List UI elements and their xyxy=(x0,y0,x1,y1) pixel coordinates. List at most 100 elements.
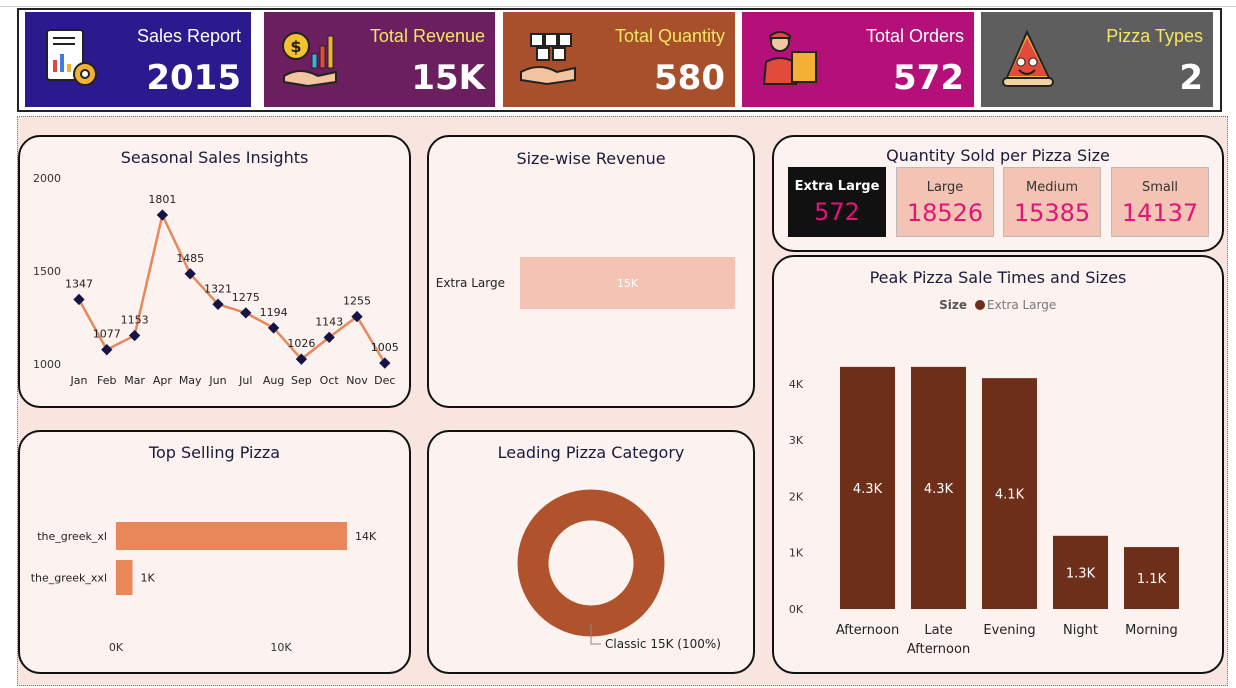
quantity-size-card: Quantity Sold per Pizza Size Extra Large… xyxy=(772,135,1224,252)
qty-value: 15385 xyxy=(1013,199,1091,227)
data-point xyxy=(128,329,141,342)
data-label: 4.3K xyxy=(853,482,883,497)
data-point xyxy=(101,344,113,356)
qty-value: 572 xyxy=(814,198,860,226)
data-label: 1K xyxy=(141,572,156,585)
x-tick-label: 10K xyxy=(270,641,292,654)
kpi-value: 15K xyxy=(411,58,485,98)
legend-label: Extra Large xyxy=(987,298,1056,312)
kpi-title: Sales Report xyxy=(136,26,241,46)
category-label: the_greek_xl xyxy=(37,530,107,543)
kpi-card-sales-report: Sales Report 2015 xyxy=(25,12,251,107)
x-tick-label: Aug xyxy=(263,374,284,387)
y-tick-label: 3K xyxy=(789,434,804,447)
x-tick-label: Afternoon xyxy=(836,623,899,638)
x-tick-label: May xyxy=(179,374,202,387)
data-label: 1275 xyxy=(232,291,260,304)
data-label: 1026 xyxy=(287,337,315,350)
top-strip xyxy=(0,0,1236,7)
x-tick-label: Sep xyxy=(291,374,312,387)
qty-value: 14137 xyxy=(1121,199,1199,227)
qty-label: Medium xyxy=(1026,180,1078,195)
data-label: 1485 xyxy=(176,252,204,265)
y-tick-label: 1K xyxy=(789,547,804,560)
data-label: 1255 xyxy=(343,295,371,308)
legend-title: Size xyxy=(939,298,967,312)
kpi-value: 580 xyxy=(654,58,725,98)
quantity-icon xyxy=(517,26,583,92)
y-tick-label: 1500 xyxy=(33,265,61,278)
data-label: 14K xyxy=(355,530,377,543)
y-tick-label: 2K xyxy=(789,490,804,503)
y-tick-label: 0K xyxy=(789,603,804,616)
donut-slice xyxy=(517,489,665,637)
x-tick-label: Night xyxy=(1063,623,1098,638)
qty-box-extra-large: Extra Large 572 xyxy=(788,167,886,237)
kpi-value: 572 xyxy=(893,58,964,98)
x-tick-label: Feb xyxy=(97,374,116,387)
x-tick-label: Jan xyxy=(70,374,88,387)
qty-label: Extra Large xyxy=(794,179,880,194)
qty-value: 18526 xyxy=(906,199,984,227)
x-tick-label: Jul xyxy=(238,374,252,387)
size-revenue-card: Size-wise Revenue 15K Extra Large xyxy=(427,135,755,408)
data-label: Classic 15K (100%) xyxy=(605,637,721,651)
delivery-icon xyxy=(756,26,822,92)
data-label: 1.3K xyxy=(1066,566,1096,581)
leading-category-chart: Classic 15K (100%) xyxy=(517,489,721,651)
x-tick-label: Evening xyxy=(983,623,1035,638)
data-label: 1194 xyxy=(260,306,288,319)
x-tick-label: Oct xyxy=(320,374,340,387)
x-tick-label: Morning xyxy=(1125,623,1178,638)
peak-times-chart: Size Extra Large 0K 1K 2K 3K 4K 4.3K Afternoon 4.… xyxy=(789,298,1179,657)
data-label: 1801 xyxy=(148,193,176,206)
qty-box-medium: Medium 15385 xyxy=(1003,167,1101,237)
qty-label: Small xyxy=(1141,180,1179,195)
svg-text:$: $ xyxy=(290,37,301,56)
data-label: 1005 xyxy=(371,341,399,354)
top-pizza-card: Top Selling Pizza 14K the_greek_xl 1K the_g… xyxy=(18,430,411,674)
x-tick-label: 0K xyxy=(109,641,124,654)
data-point xyxy=(73,293,85,306)
data-label: 15K xyxy=(617,277,639,290)
peak-times-card: Peak Pizza Sale Times and Sizes Size Extr… xyxy=(772,255,1224,674)
category-label: Extra Large xyxy=(436,276,505,290)
kpi-title: Pizza Types xyxy=(1106,26,1203,46)
data-label: 1143 xyxy=(315,315,343,328)
top-pizza-chart: 14K the_greek_xl 1K the_greek_xxl 0K 10K xyxy=(31,522,377,654)
kpi-title: Total Quantity xyxy=(614,26,725,46)
x-tick-label: Afternoon xyxy=(907,642,970,657)
kpi-value: 2015 xyxy=(146,58,241,98)
qty-box-small: Small 14137 xyxy=(1111,167,1209,237)
kpi-card-total-quantity: Total Quantity 580 xyxy=(503,12,735,107)
x-tick-label: Nov xyxy=(346,374,368,387)
seasonal-sales-card: Seasonal Sales Insights 1000 1500 2000 1347… xyxy=(18,135,411,408)
pizza-icon xyxy=(995,26,1061,92)
legend-marker xyxy=(975,300,985,310)
kpi-card-total-revenue: $ Total Revenue 15K xyxy=(264,12,495,107)
bar xyxy=(116,560,133,595)
size-revenue-chart: 15K Extra Large xyxy=(436,257,735,309)
data-label: 4.3K xyxy=(924,482,954,497)
kpi-value: 2 xyxy=(1179,58,1203,98)
y-tick-label: 1000 xyxy=(33,358,61,371)
data-label: 1153 xyxy=(121,314,149,327)
y-tick-label: 4K xyxy=(789,378,804,391)
report-icon xyxy=(39,26,105,92)
category-label: the_greek_xxl xyxy=(31,572,107,585)
data-label: 1077 xyxy=(93,328,121,341)
kpi-card-pizza-types: Pizza Types 2 xyxy=(981,12,1213,107)
data-label: 1.1K xyxy=(1137,572,1167,587)
kpi-card-total-orders: Total Orders 572 xyxy=(742,12,974,107)
seasonal-sales-chart: 1000 1500 2000 1347 Jan 1077 Feb 1153 Mar 1801 Apr… xyxy=(33,172,399,387)
qty-box-large: Large 18526 xyxy=(896,167,994,237)
bar xyxy=(116,522,347,550)
revenue-icon: $ xyxy=(278,26,344,92)
data-label: 4.1K xyxy=(995,488,1025,503)
kpi-title: Total Orders xyxy=(865,26,964,46)
x-tick-label: Apr xyxy=(153,374,173,387)
data-point xyxy=(240,307,252,319)
data-label: 1321 xyxy=(204,282,232,295)
data-label: 1347 xyxy=(65,277,93,290)
y-tick-label: 2000 xyxy=(33,172,61,185)
